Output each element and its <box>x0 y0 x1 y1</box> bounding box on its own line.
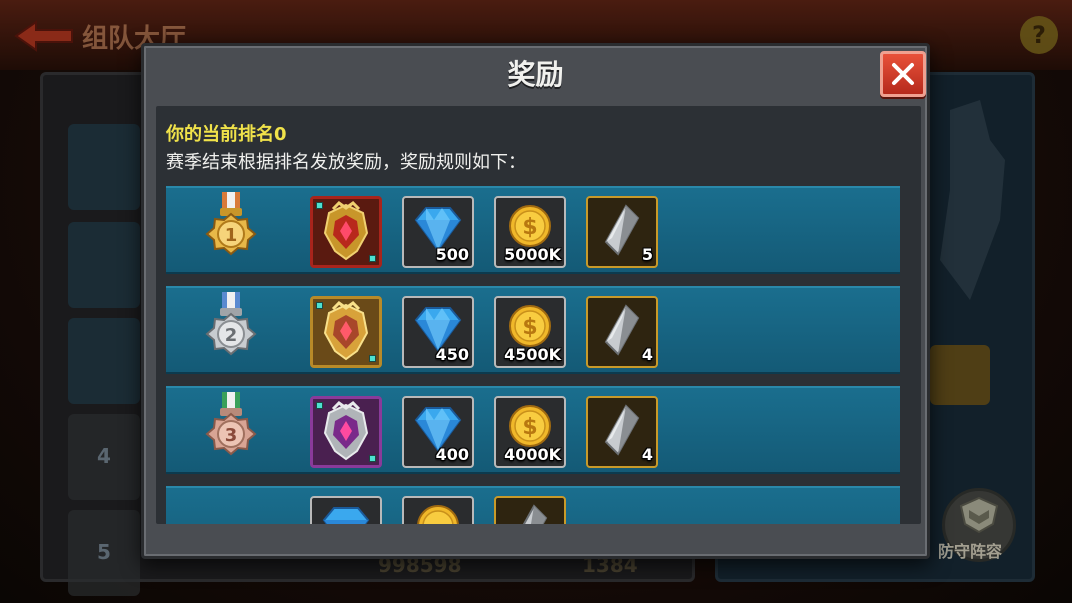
svg-text:$: $ <box>522 215 537 240</box>
close-button[interactable] <box>880 51 926 97</box>
svg-text:$: $ <box>522 415 537 440</box>
gold-quantity: 4000K <box>504 445 561 464</box>
rank-cell-1 <box>68 124 140 210</box>
reward-row-rank-4 <box>166 486 900 524</box>
gold-coin-item[interactable]: $ 5000K <box>494 196 566 268</box>
back-button[interactable] <box>14 20 74 52</box>
reward-row-rank-2: 2 450 $ 4500K 4 <box>166 286 900 374</box>
crystal-icon <box>522 504 548 524</box>
diamond-quantity: 500 <box>435 245 469 264</box>
diamond-icon <box>322 507 370 524</box>
help-button[interactable]: ? <box>1020 16 1058 54</box>
defense-shield-icon <box>959 496 999 534</box>
crystal-item[interactable]: 5 <box>586 196 658 268</box>
badge-dot <box>316 302 323 309</box>
crest-chest-item[interactable] <box>310 296 382 368</box>
knight-silhouette-icon <box>940 100 1005 300</box>
badge-dot <box>316 202 323 209</box>
gold-coin-item[interactable]: $ 4500K <box>494 296 566 368</box>
reward-row-rank-1: 1 500 $ 5000K 5 <box>166 186 900 274</box>
diamond-item[interactable]: 500 <box>402 196 474 268</box>
crystal-quantity: 5 <box>641 245 653 264</box>
diamond-quantity: 400 <box>435 445 469 464</box>
reward-rule-text: 赛季结束根据排名发放奖励，奖励规则如下： <box>166 152 526 173</box>
reward-dialog: 奖励 你的当前排名0 赛季结束根据排名发放奖励，奖励规则如下： 1 500 $ … <box>141 43 930 559</box>
diamond-quantity: 450 <box>435 345 469 364</box>
crystal-quantity: 4 <box>641 345 653 364</box>
gold-coin-item[interactable] <box>402 496 474 524</box>
rank-cell-3 <box>68 318 140 404</box>
diamond-item[interactable]: 400 <box>402 396 474 468</box>
svg-text:1: 1 <box>225 225 238 246</box>
rank-number-4: 4 <box>97 444 111 468</box>
badge-dot <box>316 402 323 409</box>
close-icon <box>892 63 914 85</box>
dialog-header: 奖励 <box>144 46 927 104</box>
confirm-button[interactable] <box>930 345 990 405</box>
reward-content[interactable]: 你的当前排名0 赛季结束根据排名发放奖励，奖励规则如下： 1 500 $ 500… <box>156 106 921 524</box>
rank-cell-2 <box>68 222 140 308</box>
crest-chest-item[interactable] <box>310 396 382 468</box>
gold-coin-icon <box>417 505 459 524</box>
crystal-item[interactable]: 4 <box>586 296 658 368</box>
diamond-item[interactable] <box>310 496 382 524</box>
svg-text:$: $ <box>522 315 537 340</box>
crystal-item[interactable] <box>494 496 566 524</box>
reward-row-rank-3: 3 400 $ 4000K 4 <box>166 386 900 474</box>
gold-quantity: 4500K <box>504 345 561 364</box>
defense-lineup-label: 防守阵容 <box>938 542 1003 561</box>
crystal-quantity: 4 <box>641 445 653 464</box>
back-arrow-icon <box>14 20 73 52</box>
badge-dot <box>369 455 376 462</box>
gold-coin-item[interactable]: $ 4000K <box>494 396 566 468</box>
svg-text:3: 3 <box>225 425 238 446</box>
bronze-medal-icon: 3 <box>205 392 257 456</box>
crest-chest-item[interactable] <box>310 196 382 268</box>
gold-quantity: 5000K <box>504 245 561 264</box>
gold-medal-icon: 1 <box>205 192 257 256</box>
crystal-item[interactable]: 4 <box>586 396 658 468</box>
badge-dot <box>369 355 376 362</box>
silver-medal-icon: 2 <box>205 292 257 356</box>
diamond-item[interactable]: 450 <box>402 296 474 368</box>
rank-number-5: 5 <box>97 540 111 564</box>
badge-dot <box>369 255 376 262</box>
svg-text:2: 2 <box>225 325 238 346</box>
current-rank-text: 你的当前排名0 <box>166 124 287 145</box>
dialog-title: 奖励 <box>507 58 564 91</box>
